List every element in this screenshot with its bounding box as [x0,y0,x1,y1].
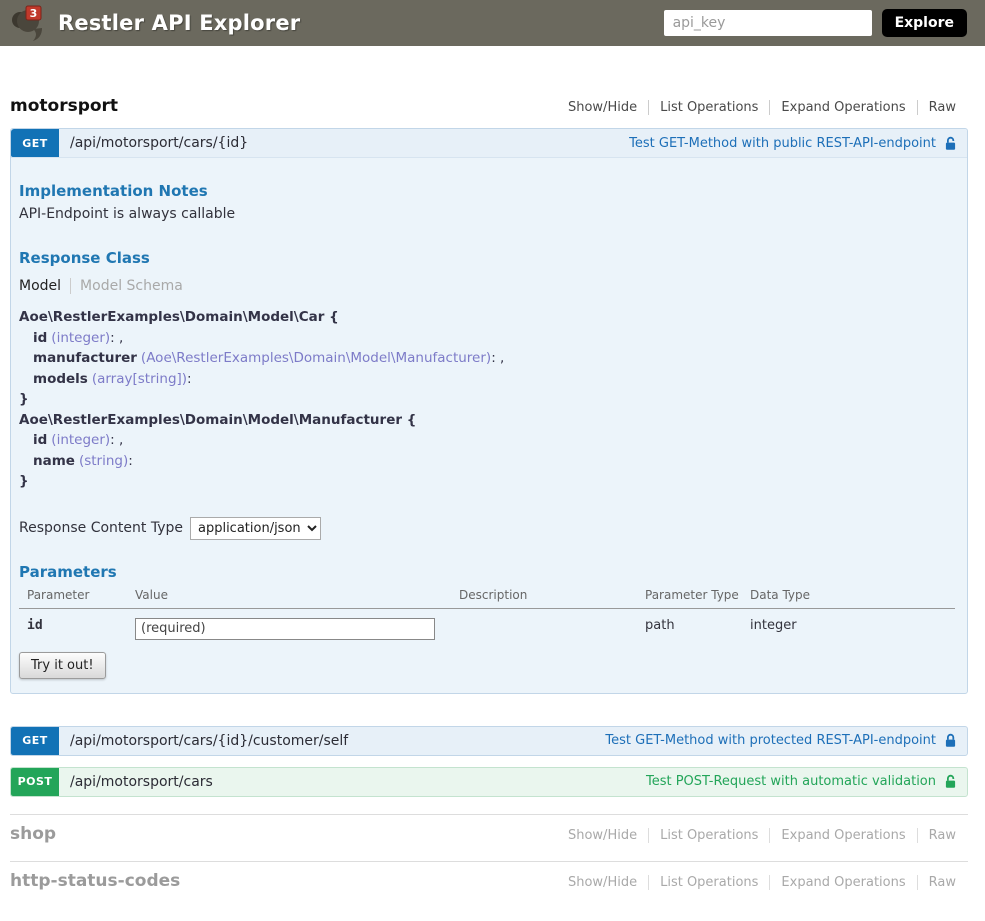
expand-operations-link[interactable]: Expand Operations [770,828,916,843]
model-signature: Aoe\RestlerExamples\Domain\Model\Car { i… [19,307,955,492]
col-description: Description [451,588,637,609]
tab-model-schema[interactable]: Model Schema [70,278,183,294]
endpoint-summary-link[interactable]: Test POST-Request with automatic validat… [646,768,958,796]
resource-title-motorsport[interactable]: motorsport [10,96,118,116]
model-property: models(array[string]): [19,369,955,390]
lock-open-icon [943,136,958,151]
parameter-data-type: integer [742,608,955,640]
spacer [10,756,968,767]
model-class-open: Aoe\RestlerExamples\Domain\Model\Manufac… [19,410,955,431]
endpoint-path-link[interactable]: /api/motorsport/cars [70,768,646,796]
app-title: Restler API Explorer [58,11,300,35]
endpoint-summary-text: Test GET-Method with public REST-API-end… [629,136,936,151]
list-operations-link[interactable]: List Operations [649,100,769,115]
try-it-out-button[interactable]: Try it out! [19,652,106,679]
resource-links: Show/Hide List Operations Expand Operati… [557,100,956,115]
model-tabs: Model Model Schema [19,278,955,294]
endpoint-get-customer-self-header[interactable]: GET /api/motorsport/cars/{id}/customer/s… [10,726,968,756]
raw-link[interactable]: Raw [918,828,956,843]
col-value: Value [127,588,451,609]
endpoint-path-link[interactable]: /api/motorsport/cars/{id} [70,129,629,157]
list-operations-link[interactable]: List Operations [649,828,769,843]
parameter-value-input[interactable] [135,618,435,640]
col-data-type: Data Type [742,588,955,609]
resource-http-status-codes: http-status-codes Show/Hide List Operati… [10,861,968,891]
model-class-close: } [19,471,955,492]
model-class-close: } [19,389,955,410]
api-explorer-content: motorsport Show/Hide List Operations Exp… [10,96,968,891]
response-content-type-select[interactable]: application/json [190,517,321,540]
elephant-logo-icon: 3 [8,2,50,44]
implementation-notes-heading: Implementation Notes [19,182,955,200]
endpoint-get-cars-id: GET /api/motorsport/cars/{id} Test GET-M… [10,128,968,694]
response-content-type-row: Response Content Type application/json [19,517,955,540]
show-hide-link[interactable]: Show/Hide [557,100,648,115]
spacer [10,694,968,726]
app-header: 3 Restler API Explorer Explore [0,0,985,46]
endpoint-get-customer-self: GET /api/motorsport/cars/{id}/customer/s… [10,726,968,756]
parameter-row-id: id path integer [19,608,955,640]
http-method-badge: GET [11,129,59,157]
endpoint-details: Implementation Notes API-Endpoint is alw… [11,158,967,693]
api-key-input[interactable] [664,10,872,36]
endpoint-summary-link[interactable]: Test GET-Method with public REST-API-end… [629,129,958,157]
show-hide-link[interactable]: Show/Hide [557,828,648,843]
tab-model[interactable]: Model [19,278,70,294]
parameter-name: id [27,618,43,633]
resource-title-shop[interactable]: shop [10,824,56,844]
endpoint-get-cars-id-header[interactable]: GET /api/motorsport/cars/{id} Test GET-M… [11,129,967,158]
expand-operations-link[interactable]: Expand Operations [770,100,916,115]
restler-logo[interactable]: 3 [8,2,50,44]
response-class-heading: Response Class [19,249,955,267]
resource-motorsport: motorsport Show/Hide List Operations Exp… [10,96,968,797]
parameters-heading: Parameters [19,563,955,581]
col-parameter: Parameter [19,588,127,609]
model-class-open: Aoe\RestlerExamples\Domain\Model\Car { [19,307,955,328]
model-property: manufacturer(Aoe\RestlerExamples\Domain\… [19,348,955,369]
model-property: id(integer): , [19,328,955,349]
model-property: id(integer): , [19,430,955,451]
endpoint-summary-text: Test POST-Request with automatic validat… [646,774,936,789]
lock-open-icon [943,774,958,789]
http-method-badge: POST [11,768,59,796]
implementation-notes-text: API-Endpoint is always callable [19,206,955,222]
resource-title-http-status-codes[interactable]: http-status-codes [10,871,180,891]
resource-shop: shop Show/Hide List Operations Expand Op… [10,814,968,844]
response-content-type-label: Response Content Type [19,520,183,536]
col-parameter-type: Parameter Type [637,588,742,609]
resource-links: Show/Hide List Operations Expand Operati… [557,828,956,843]
parameter-type: path [637,608,742,640]
logo-badge-number: 3 [30,7,38,20]
parameter-description [451,608,637,640]
endpoint-path-link[interactable]: /api/motorsport/cars/{id}/customer/self [70,727,605,755]
endpoint-summary-link[interactable]: Test GET-Method with protected REST-API-… [605,727,958,755]
http-method-badge: GET [11,727,59,755]
explore-button[interactable]: Explore [882,9,967,37]
parameters-table: Parameter Value Description Parameter Ty… [19,588,955,640]
model-property: name(string): [19,451,955,472]
header-controls: Explore [664,9,967,37]
endpoint-summary-text: Test GET-Method with protected REST-API-… [605,733,936,748]
endpoint-post-cars-header[interactable]: POST /api/motorsport/cars Test POST-Requ… [10,767,968,797]
lock-closed-icon [943,733,958,748]
resource-http-status-codes-head: http-status-codes Show/Hide List Operati… [10,871,968,891]
resource-shop-head: shop Show/Hide List Operations Expand Op… [10,824,968,844]
endpoint-post-cars: POST /api/motorsport/cars Test POST-Requ… [10,767,968,797]
resource-motorsport-head: motorsport Show/Hide List Operations Exp… [10,96,968,116]
raw-link[interactable]: Raw [918,100,956,115]
parameters-table-header-row: Parameter Value Description Parameter Ty… [19,588,955,609]
